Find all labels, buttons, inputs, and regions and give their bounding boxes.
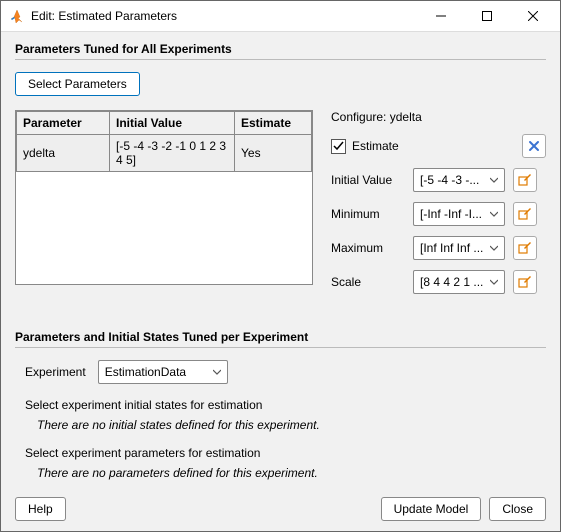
no-params-msg: There are no parameters defined for this… (37, 466, 546, 480)
maximum-label: Maximum (331, 241, 405, 255)
experiment-select[interactable]: EstimationData (98, 360, 228, 384)
minimum-label: Minimum (331, 207, 405, 221)
chevron-down-icon (209, 368, 225, 376)
close-dialog-button[interactable]: Close (489, 497, 546, 521)
experiment-label: Experiment (25, 365, 86, 379)
maximize-button[interactable] (464, 1, 510, 31)
parameters-table[interactable]: Parameter Initial Value Estimate ydelta … (15, 110, 313, 285)
initstates-subheader: Select experiment initial states for est… (25, 398, 546, 412)
configure-title: Configure: ydelta (331, 110, 546, 124)
dialog-content: Parameters Tuned for All Experiments Sel… (1, 32, 560, 487)
edit-minimum-button[interactable] (513, 202, 537, 226)
dialog-footer: Help Update Model Close (1, 487, 560, 531)
configure-prefix: Configure: (331, 110, 386, 124)
edit-initial-value-button[interactable] (513, 168, 537, 192)
help-button[interactable]: Help (15, 497, 66, 521)
chevron-down-icon (486, 278, 502, 286)
matlab-icon (9, 8, 25, 24)
section1-header: Parameters Tuned for All Experiments (15, 42, 546, 60)
chevron-down-icon (486, 176, 502, 184)
maximum-field[interactable]: [Inf Inf Inf ... (413, 236, 505, 260)
minimum-field[interactable]: [-Inf -Inf -I... (413, 202, 505, 226)
select-parameters-button[interactable]: Select Parameters (15, 72, 140, 96)
col-parameter[interactable]: Parameter (17, 112, 110, 135)
update-model-button[interactable]: Update Model (381, 497, 482, 521)
titlebar: Edit: Estimated Parameters (1, 1, 560, 32)
section2-header: Parameters and Initial States Tuned per … (15, 330, 546, 348)
cell-param[interactable]: ydelta (17, 135, 110, 172)
cell-initval[interactable]: [-5 -4 -3 -2 -1 0 1 2 3 4 5] (110, 135, 235, 172)
dialog-window: Edit: Estimated Parameters Parameters Tu… (0, 0, 561, 532)
scale-label: Scale (331, 275, 405, 289)
scale-field[interactable]: [8 4 4 2 1 ... (413, 270, 505, 294)
initial-value-field[interactable]: [-5 -4 -3 -... (413, 168, 505, 192)
configure-panel: Configure: ydelta Estimate (331, 110, 546, 304)
cell-estimate[interactable]: Yes (235, 135, 312, 172)
table-row[interactable]: ydelta [-5 -4 -3 -2 -1 0 1 2 3 4 5] Yes (17, 135, 312, 172)
initial-value-label: Initial Value (331, 173, 405, 187)
params-subheader: Select experiment parameters for estimat… (25, 446, 546, 460)
chevron-down-icon (486, 244, 502, 252)
estimate-checkbox[interactable] (331, 139, 346, 154)
col-estimate[interactable]: Estimate (235, 112, 312, 135)
edit-maximum-button[interactable] (513, 236, 537, 260)
col-initial-value[interactable]: Initial Value (110, 112, 235, 135)
no-initstates-msg: There are no initial states defined for … (37, 418, 546, 432)
configure-target: ydelta (390, 110, 422, 124)
close-button[interactable] (510, 1, 556, 31)
estimate-label: Estimate (352, 139, 399, 153)
window-title: Edit: Estimated Parameters (31, 9, 418, 23)
minimize-button[interactable] (418, 1, 464, 31)
reset-button[interactable] (522, 134, 546, 158)
chevron-down-icon (486, 210, 502, 218)
edit-scale-button[interactable] (513, 270, 537, 294)
